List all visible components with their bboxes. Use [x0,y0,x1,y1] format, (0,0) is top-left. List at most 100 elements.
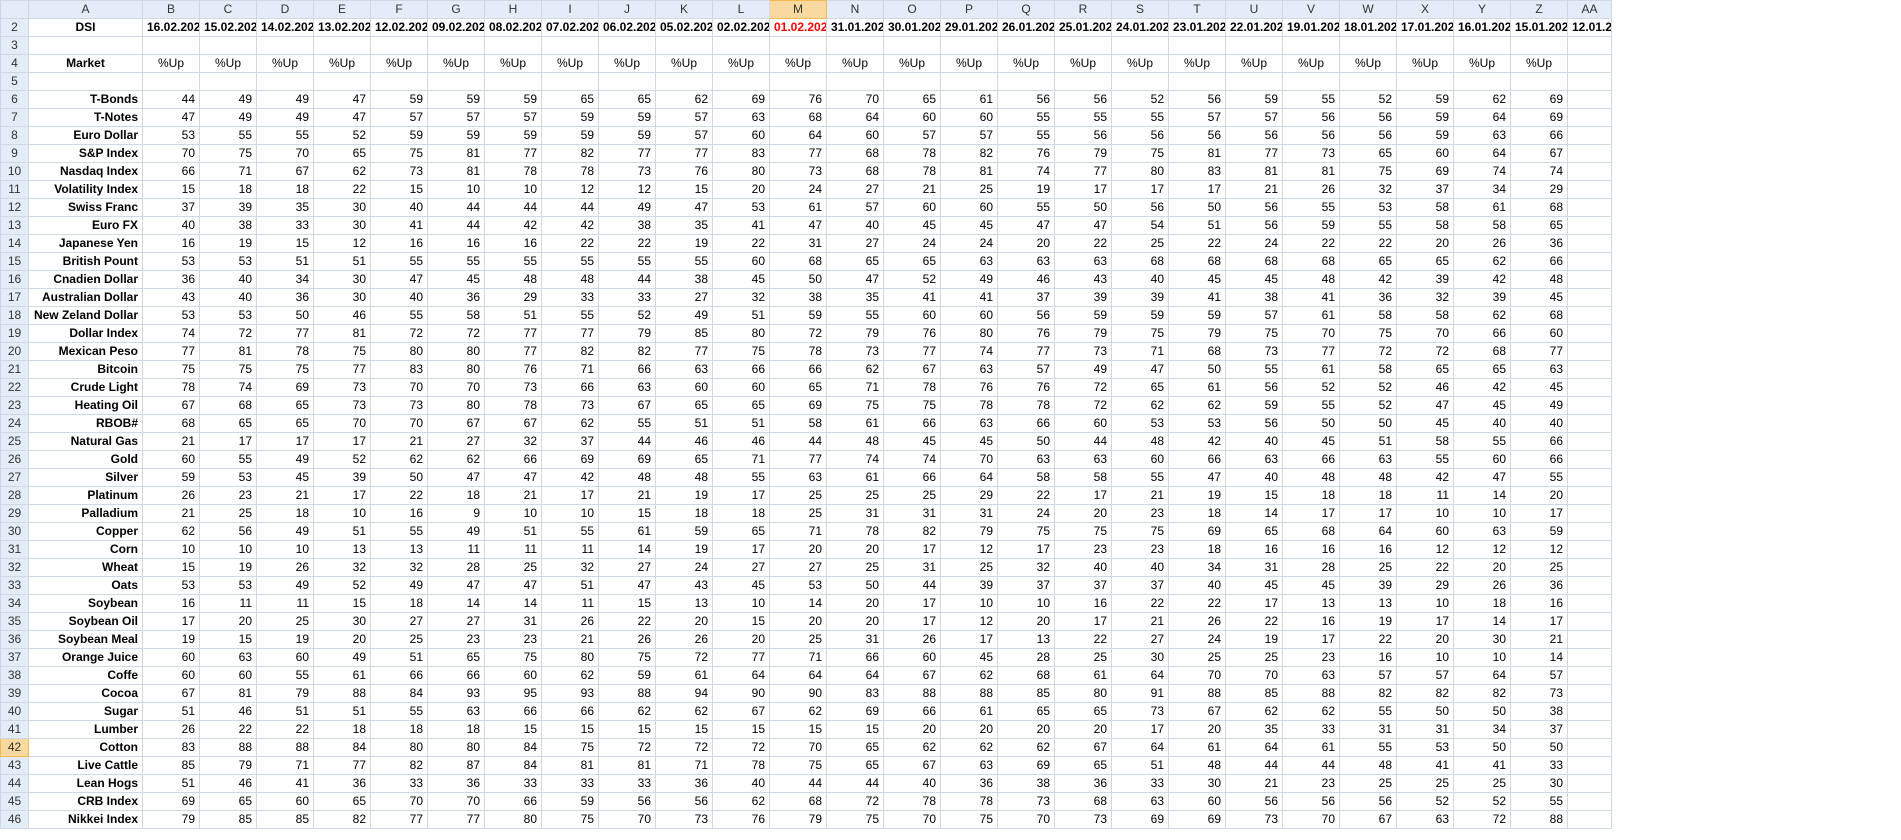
value-cell[interactable]: 68 [1054,792,1112,811]
value-cell[interactable]: 75 [313,342,371,361]
value-cell[interactable]: 52 [1282,378,1340,397]
value-cell[interactable]: 65 [1510,216,1568,235]
value-cell[interactable]: 16 [1510,594,1568,613]
column-header-k[interactable]: K [655,0,713,19]
value-cell[interactable]: 42 [1453,378,1511,397]
percent-up-cell[interactable]: %Up [1396,54,1454,73]
value-cell[interactable]: 60 [142,450,200,469]
value-cell[interactable]: 30 [313,270,371,289]
value-cell[interactable]: 72 [1054,378,1112,397]
value-cell[interactable]: 48 [541,270,599,289]
value-cell[interactable]: 59 [1225,90,1283,109]
value-cell[interactable]: 25 [940,180,998,199]
value-cell[interactable]: 44 [769,432,827,451]
value-cell[interactable]: 66 [1510,252,1568,271]
empty-cell[interactable] [28,72,143,91]
value-cell[interactable]: 58 [1396,198,1454,217]
value-cell[interactable]: 61 [826,468,884,487]
value-cell[interactable]: 63 [997,252,1055,271]
value-cell[interactable]: 70 [142,144,200,163]
value-cell[interactable]: 15 [199,630,257,649]
empty-cell[interactable] [1453,36,1511,55]
value-cell[interactable]: 56 [1225,378,1283,397]
row-header[interactable]: 27 [0,468,29,487]
value-cell[interactable]: 69 [712,90,770,109]
percent-up-cell[interactable]: %Up [427,54,485,73]
value-cell[interactable]: 33 [1111,774,1169,793]
value-cell[interactable]: 63 [769,468,827,487]
value-cell[interactable]: 75 [997,522,1055,541]
value-cell[interactable]: 76 [484,360,542,379]
value-cell[interactable]: 66 [826,648,884,667]
column-header-b[interactable]: B [142,0,200,19]
value-cell[interactable]: 88 [598,684,656,703]
value-cell[interactable]: 35 [1225,720,1283,739]
row-header[interactable]: 26 [0,450,29,469]
column-header-z[interactable]: Z [1510,0,1568,19]
value-cell[interactable]: 39 [1396,270,1454,289]
value-cell[interactable] [1567,288,1612,307]
empty-cell[interactable] [313,72,371,91]
value-cell[interactable]: 46 [997,270,1055,289]
value-cell[interactable]: 71 [712,450,770,469]
value-cell[interactable]: 67 [1054,738,1112,757]
value-cell[interactable]: 15 [769,720,827,739]
value-cell[interactable]: 21 [1225,774,1283,793]
value-cell[interactable]: 65 [313,792,371,811]
value-cell[interactable]: 73 [484,378,542,397]
value-cell[interactable]: 73 [997,792,1055,811]
value-cell[interactable]: 42 [1339,270,1397,289]
value-cell[interactable]: 52 [1339,396,1397,415]
value-cell[interactable]: 63 [655,360,713,379]
value-cell[interactable]: 80 [370,342,428,361]
value-cell[interactable]: 51 [1339,432,1397,451]
value-cell[interactable]: 16 [1054,594,1112,613]
value-cell[interactable]: 75 [199,144,257,163]
value-cell[interactable]: 10 [712,594,770,613]
empty-cell[interactable] [484,72,542,91]
percent-up-cell[interactable]: %Up [1453,54,1511,73]
value-cell[interactable]: 57 [1396,666,1454,685]
value-cell[interactable]: 50 [370,468,428,487]
percent-up-cell[interactable]: %Up [1168,54,1226,73]
value-cell[interactable]: 50 [1453,738,1511,757]
value-cell[interactable]: 10 [1453,648,1511,667]
value-cell[interactable]: 51 [1111,756,1169,775]
value-cell[interactable]: 20 [826,594,884,613]
value-cell[interactable]: 79 [256,684,314,703]
value-cell[interactable]: 74 [883,450,941,469]
value-cell[interactable]: 59 [598,108,656,127]
value-cell[interactable]: 45 [940,648,998,667]
market-name-cell[interactable]: Nikkei Index [28,810,143,829]
value-cell[interactable]: 74 [1510,162,1568,181]
value-cell[interactable]: 74 [997,162,1055,181]
value-cell[interactable] [1567,630,1612,649]
value-cell[interactable]: 18 [370,594,428,613]
value-cell[interactable]: 52 [1396,792,1454,811]
value-cell[interactable]: 55 [541,306,599,325]
value-cell[interactable]: 80 [712,162,770,181]
value-cell[interactable]: 43 [142,288,200,307]
value-cell[interactable]: 27 [1111,630,1169,649]
value-cell[interactable]: 28 [997,648,1055,667]
value-cell[interactable]: 27 [598,558,656,577]
value-cell[interactable]: 17 [313,432,371,451]
value-cell[interactable]: 20 [769,540,827,559]
value-cell[interactable]: 19 [1168,486,1226,505]
date-cell[interactable]: 22.01.2024 [1225,18,1283,37]
value-cell[interactable]: 63 [1339,450,1397,469]
value-cell[interactable]: 59 [598,126,656,145]
value-cell[interactable]: 56 [1225,792,1283,811]
column-header-r[interactable]: R [1054,0,1112,19]
value-cell[interactable]: 62 [1453,306,1511,325]
value-cell[interactable] [1567,90,1612,109]
value-cell[interactable]: 16 [142,234,200,253]
value-cell[interactable]: 48 [484,270,542,289]
value-cell[interactable]: 60 [655,378,713,397]
value-cell[interactable]: 61 [826,414,884,433]
value-cell[interactable]: 27 [826,234,884,253]
value-cell[interactable]: 65 [997,702,1055,721]
empty-cell[interactable] [427,72,485,91]
value-cell[interactable]: 36 [1510,234,1568,253]
value-cell[interactable]: 10 [1396,504,1454,523]
